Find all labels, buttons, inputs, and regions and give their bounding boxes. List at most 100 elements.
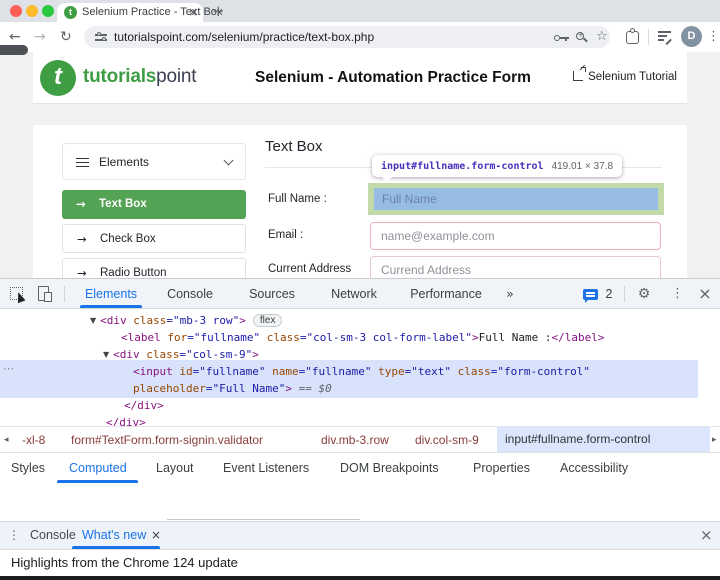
full-name-placeholder: Full Name bbox=[382, 188, 437, 210]
issues-bubble-icon[interactable] bbox=[583, 289, 598, 300]
drawer-tab-whats-new[interactable]: What's new bbox=[82, 522, 146, 549]
tree-line-close-div[interactable]: </div> bbox=[124, 397, 164, 414]
collapse-arrow-icon[interactable]: ▼ bbox=[90, 316, 96, 325]
url-text[interactable]: tutorialspoint.com/selenium/practice/tex… bbox=[114, 26, 374, 48]
drawer-close-icon[interactable]: × bbox=[700, 522, 713, 549]
breadcrumb-item[interactable]: form#TextForm.form-signin.validator bbox=[71, 427, 263, 453]
devtools-close-icon[interactable]: × bbox=[696, 279, 714, 309]
tab-strip: t Selenium Practice - Text Box × + bbox=[0, 0, 720, 22]
site-settings-icon[interactable] bbox=[95, 33, 107, 41]
devtools-panel: Elements Console Sources Network Perform… bbox=[0, 278, 720, 580]
email-label: Email : bbox=[268, 229, 303, 241]
active-tab-underline bbox=[57, 480, 138, 483]
traffic-light-minimize[interactable] bbox=[26, 5, 38, 17]
whats-new-banner-edge bbox=[0, 576, 720, 580]
breadcrumb-item-selected[interactable]: input#fullname.form-control bbox=[497, 427, 710, 452]
toolbar-separator bbox=[64, 286, 65, 302]
tab-styles[interactable]: Styles bbox=[11, 453, 45, 484]
tree-line-input-selected[interactable]: <input id="fullname" name="fullname" typ… bbox=[133, 363, 590, 380]
breadcrumb-item[interactable]: -xl-8 bbox=[22, 427, 45, 453]
drawer-resize-handle[interactable] bbox=[167, 519, 360, 520]
full-name-input-highlighted[interactable]: Full Name bbox=[374, 188, 658, 210]
browser-toolbar: ← → ↻ tutorialspoint.com/selenium/practi… bbox=[0, 22, 720, 52]
breadcrumb-scroll-left-icon[interactable]: ◂ bbox=[4, 427, 9, 453]
breadcrumb-scroll-right-icon[interactable]: ▸ bbox=[712, 427, 717, 453]
device-toolbar-icon[interactable] bbox=[38, 286, 49, 301]
node-overflow-dots-icon[interactable]: ⋯ bbox=[3, 360, 14, 377]
breadcrumb-item[interactable]: div.mb-3.row bbox=[321, 427, 389, 453]
selenium-tutorial-link[interactable]: Selenium Tutorial bbox=[573, 71, 677, 83]
collapse-arrow-icon[interactable]: ▼ bbox=[103, 350, 109, 359]
inspect-padding-overlay: Full Name bbox=[368, 183, 664, 215]
tab-layout[interactable]: Layout bbox=[156, 453, 194, 484]
tree-line-label[interactable]: <label for="fullname" class="col-sm-3 co… bbox=[121, 329, 605, 346]
window-edge-artifact bbox=[0, 45, 28, 55]
current-address-label: Current Address bbox=[268, 263, 351, 275]
dom-breadcrumb-bar: ◂ -xl-8 form#TextForm.form-signin.valida… bbox=[0, 426, 720, 452]
current-address-input[interactable] bbox=[370, 256, 661, 278]
brand-wordmark[interactable]: tutorialspoint bbox=[83, 66, 196, 88]
tab-close-icon[interactable]: × bbox=[188, 3, 198, 22]
extensions-puzzle-icon[interactable] bbox=[626, 31, 639, 44]
page-viewport: t tutorialspoint Selenium - Automation P… bbox=[0, 52, 720, 278]
devtools-menu-kebab-icon[interactable]: ⋮ bbox=[671, 279, 683, 309]
tab-dom-breakpoints[interactable]: DOM Breakpoints bbox=[340, 453, 439, 484]
drawer-menu-kebab-icon[interactable]: ⋮ bbox=[8, 522, 20, 549]
whats-new-content: Highlights from the Chrome 124 update bbox=[0, 550, 720, 576]
zoom-page-icon[interactable]: + bbox=[576, 32, 588, 44]
email-input[interactable] bbox=[370, 222, 661, 250]
profile-avatar[interactable]: D bbox=[681, 26, 702, 47]
tab-event-listeners[interactable]: Event Listeners bbox=[223, 453, 309, 484]
full-name-label: Full Name : bbox=[268, 193, 327, 205]
brand-bold: tutorials bbox=[83, 66, 156, 87]
devtools-tab-network[interactable]: Network bbox=[322, 279, 386, 309]
site-header: t tutorialspoint Selenium - Automation P… bbox=[33, 52, 687, 104]
password-key-icon[interactable] bbox=[554, 35, 569, 41]
tutorialspoint-logo-icon[interactable]: t bbox=[40, 60, 76, 96]
elements-dom-tree: ⋯ ▼<div class="mb-3 row">flex <label for… bbox=[0, 309, 720, 426]
reload-icon[interactable]: ↻ bbox=[60, 22, 72, 52]
bookmark-star-icon[interactable]: ☆ bbox=[596, 26, 608, 48]
inspect-tooltip: input#fullname.form-control 419.01 × 37.… bbox=[372, 155, 622, 177]
sidebar-item-text-box[interactable]: → Text Box bbox=[62, 190, 246, 219]
sidebar-item-check-box[interactable]: → Check Box bbox=[62, 224, 246, 253]
breadcrumb-item[interactable]: div.col-sm-9 bbox=[415, 427, 479, 453]
sidebar-header-label: Elements bbox=[99, 144, 149, 180]
more-tabs-icon[interactable]: » bbox=[500, 279, 520, 309]
form-heading: Text Box bbox=[265, 138, 323, 155]
drawer-tab-bar: ⋮ Console What's new × × bbox=[0, 521, 720, 550]
selenium-tutorial-label: Selenium Tutorial bbox=[588, 71, 677, 83]
devtools-tab-sources[interactable]: Sources bbox=[240, 279, 304, 309]
tutorialspoint-favicon: t bbox=[64, 6, 77, 19]
sidebar-item-label: Radio Button bbox=[100, 259, 167, 278]
practice-card: Elements → Text Box → Check Box → Radio … bbox=[33, 125, 687, 278]
toolbar-divider bbox=[648, 29, 649, 45]
forward-icon[interactable]: → bbox=[34, 22, 46, 52]
traffic-light-close[interactable] bbox=[10, 5, 22, 17]
flex-badge[interactable]: flex bbox=[253, 314, 283, 327]
sidebar-item-radio-button[interactable]: → Radio Button bbox=[62, 258, 246, 278]
hamburger-icon bbox=[76, 158, 89, 167]
side-panel-icon[interactable] bbox=[658, 31, 671, 42]
tab-accessibility[interactable]: Accessibility bbox=[560, 453, 628, 484]
tab-title: Selenium Practice - Text Box bbox=[82, 3, 222, 22]
issues-count[interactable]: 2 bbox=[603, 279, 615, 309]
tree-line-div-row[interactable]: ▼<div class="mb-3 row">flex bbox=[90, 312, 282, 329]
tree-line-div-col[interactable]: ▼<div class="col-sm-9"> bbox=[103, 346, 259, 363]
devtools-settings-gear-icon[interactable]: ⚙ bbox=[636, 279, 652, 309]
tab-properties[interactable]: Properties bbox=[473, 453, 530, 484]
sidebar-elements-dropdown[interactable]: Elements bbox=[62, 143, 246, 180]
tooltip-selector: input#fullname.form-control bbox=[381, 161, 544, 172]
traffic-light-zoom[interactable] bbox=[42, 5, 54, 17]
devtools-tab-performance[interactable]: Performance bbox=[402, 279, 490, 309]
address-bar[interactable]: tutorialspoint.com/selenium/practice/tex… bbox=[84, 26, 610, 48]
whats-new-close-icon[interactable]: × bbox=[151, 522, 161, 549]
devtools-tab-console[interactable]: Console bbox=[158, 279, 222, 309]
inspect-element-icon[interactable] bbox=[10, 287, 23, 300]
browser-tab[interactable]: t Selenium Practice - Text Box × bbox=[57, 3, 203, 22]
brand-light: point bbox=[156, 66, 196, 87]
tree-line-input-selected-wrap[interactable]: placeholder="Full Name"> == $0 bbox=[133, 380, 332, 397]
new-tab-button[interactable]: + bbox=[212, 0, 225, 22]
drawer-tab-console[interactable]: Console bbox=[30, 522, 76, 549]
browser-menu-kebab-icon[interactable]: ⋮ bbox=[707, 22, 720, 52]
